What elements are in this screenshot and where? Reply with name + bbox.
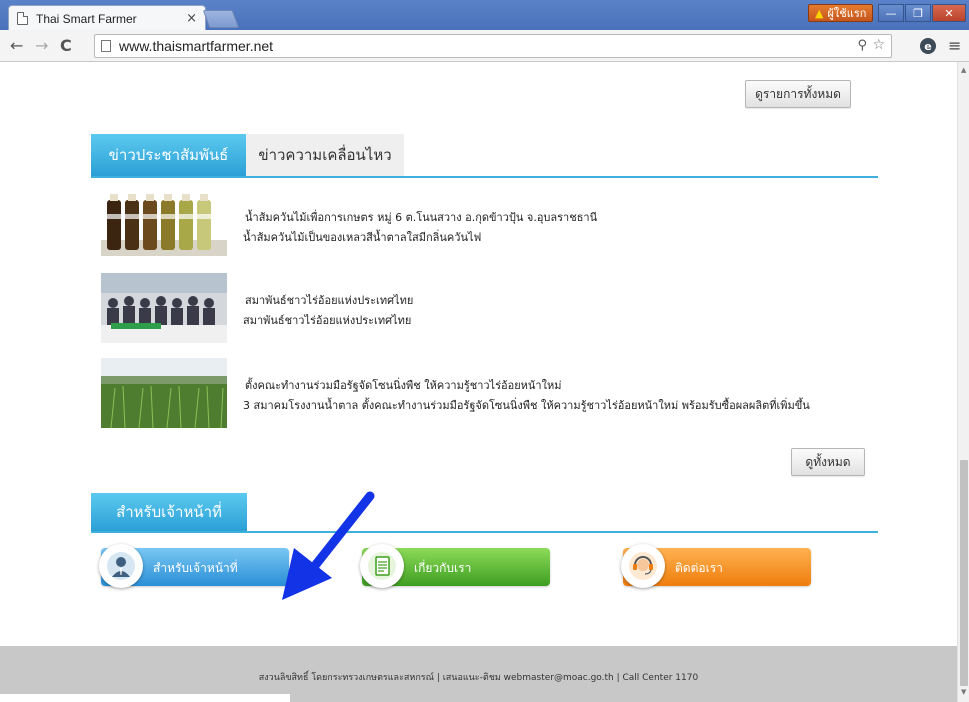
officer-section-header: สำหรับเจ้าหน้าที่ bbox=[91, 493, 878, 533]
news-item[interactable]: น้ำส้มควันไม้เพื่อการเกษตร หมู่ 6 ต.โนนส… bbox=[101, 186, 861, 258]
address-bar[interactable]: www.thaismartfarmer.net ⚲ ☆ bbox=[94, 34, 892, 58]
view-all-list-button[interactable]: ดูรายการทั้งหมด bbox=[745, 80, 851, 108]
url-text[interactable]: www.thaismartfarmer.net bbox=[119, 38, 273, 54]
warning-icon: ▲ bbox=[815, 6, 824, 20]
news-title[interactable]: ตั้งคณะทำงานร่วมมือรัฐจัดโซนนิ่งพืช ให้ค… bbox=[245, 376, 561, 394]
news-thumbnail-meeting[interactable] bbox=[101, 273, 227, 343]
news-title[interactable]: น้ำส้มควันไม้เพื่อการเกษตร หมู่ 6 ต.โนนส… bbox=[245, 208, 597, 226]
scroll-up-icon[interactable]: ▲ bbox=[961, 66, 966, 74]
officer-button-label: สำหรับเจ้าหน้าที่ bbox=[153, 561, 238, 575]
reload-icon[interactable]: C bbox=[60, 36, 72, 55]
news-description: น้ำส้มควันไม้เป็นของเหลวสีน้ำตาลใสมีกลิ่… bbox=[243, 231, 482, 244]
web-page: ดูรายการทั้งหมด ข่าวประชาสัมพันธ์ ข่าวคว… bbox=[0, 62, 957, 702]
hamburger-menu-icon[interactable]: ≡ bbox=[948, 36, 961, 55]
browser-window: Thai Smart Farmer × ▲ ผู้ใช้แรก — ❐ ✕ ← … bbox=[0, 0, 969, 702]
officer-button[interactable]: สำหรับเจ้าหน้าที่ bbox=[99, 544, 289, 588]
news-title[interactable]: สมาพันธ์ชาวไร่อ้อยแห่งประเทศไทย bbox=[245, 291, 413, 309]
scrollbar-thumb[interactable] bbox=[960, 460, 968, 686]
news-description: 3 สมาคมโรงงานน้ำตาล ตั้งคณะทำงานร่วมมือร… bbox=[243, 399, 810, 412]
browser-tab[interactable]: Thai Smart Farmer × bbox=[8, 5, 206, 31]
about-us-button-label: เกี่ยวกับเรา bbox=[414, 561, 472, 575]
close-window-button[interactable]: ✕ bbox=[932, 4, 966, 22]
news-thumbnail-bottles[interactable] bbox=[101, 186, 227, 256]
news-thumbnail-sugarcane-field[interactable] bbox=[101, 358, 227, 428]
minimize-button[interactable]: — bbox=[878, 4, 904, 22]
contact-us-button[interactable]: ติดต่อเรา bbox=[621, 544, 811, 588]
contact-us-button-label: ติดต่อเรา bbox=[675, 561, 723, 575]
footer-strip bbox=[0, 694, 290, 702]
footer-text: สงวนลิขสิทธิ์ โดยกระทรวงเกษตรและสหกรณ์ |… bbox=[258, 673, 699, 683]
view-all-button[interactable]: ดูทั้งหมด bbox=[791, 448, 865, 476]
browser-toolbar: ← → C www.thaismartfarmer.net ⚲ ☆ e ≡ bbox=[0, 30, 969, 62]
scroll-down-icon[interactable]: ▼ bbox=[961, 688, 966, 696]
officer-person-icon bbox=[99, 544, 143, 588]
document-icon bbox=[360, 544, 404, 588]
maximize-button[interactable]: ❐ bbox=[905, 4, 931, 22]
tab-press-release[interactable]: ข่าวประชาสัมพันธ์ bbox=[91, 134, 246, 176]
title-bar: Thai Smart Farmer × ▲ ผู้ใช้แรก — ❐ ✕ bbox=[0, 0, 969, 31]
back-arrow-icon[interactable]: ← bbox=[10, 36, 23, 55]
vertical-scrollbar[interactable]: ▲ ▼ bbox=[957, 62, 969, 702]
news-item[interactable]: ตั้งคณะทำงานร่วมมือรัฐจัดโซนนิ่งพืช ให้ค… bbox=[101, 358, 861, 430]
page-document-icon bbox=[17, 12, 28, 25]
officer-section-title: สำหรับเจ้าหน้าที่ bbox=[91, 493, 247, 531]
user-profile-label: ผู้ใช้แรก bbox=[827, 8, 867, 20]
tab-close-icon[interactable]: × bbox=[186, 11, 197, 26]
extension-icon[interactable]: e bbox=[920, 38, 936, 54]
magnifier-icon[interactable]: ⚲ bbox=[857, 38, 867, 53]
tab-movement-news[interactable]: ข่าวความเคลื่อนไหว bbox=[246, 134, 404, 176]
news-item[interactable]: สมาพันธ์ชาวไร่อ้อยแห่งประเทศไทย สมาพันธ์… bbox=[101, 273, 861, 345]
page-icon bbox=[101, 40, 111, 52]
news-description: สมาพันธ์ชาวไร่อ้อยแห่งประเทศไทย bbox=[243, 314, 412, 327]
tab-title: Thai Smart Farmer bbox=[36, 11, 137, 26]
news-tabs: ข่าวประชาสัมพันธ์ ข่าวความเคลื่อนไหว bbox=[91, 134, 878, 178]
star-icon[interactable]: ☆ bbox=[872, 37, 885, 53]
new-tab-button[interactable] bbox=[202, 10, 240, 28]
forward-arrow-icon[interactable]: → bbox=[35, 36, 48, 55]
user-profile-badge[interactable]: ▲ ผู้ใช้แรก bbox=[808, 4, 874, 22]
about-us-button[interactable]: เกี่ยวกับเรา bbox=[360, 544, 550, 588]
headset-support-icon bbox=[621, 544, 665, 588]
